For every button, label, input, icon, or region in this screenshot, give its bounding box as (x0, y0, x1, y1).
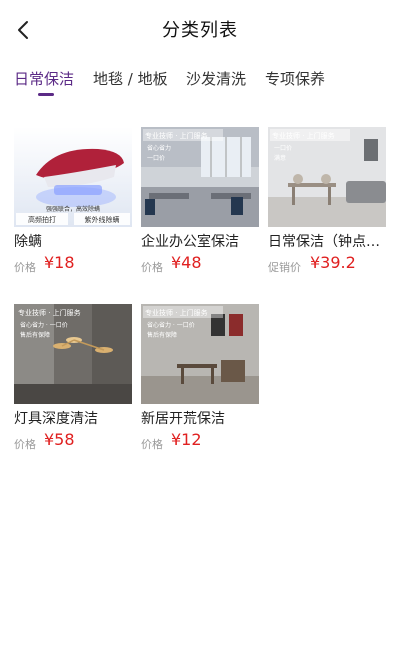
image-line2: 一口价 (147, 155, 165, 162)
tab-special-care[interactable]: 专项保养 (265, 68, 325, 89)
image-caption: 强强联合，高效除螨 (46, 205, 100, 213)
price-label: 价格 (141, 261, 163, 274)
service-price: ¥48 (171, 253, 202, 272)
service-price: ¥58 (44, 430, 75, 449)
service-name: 灯具深度清洁 (14, 411, 98, 427)
service-image: 专业技师 · 上门服务 省心省力 · 一口价 售后有保障 (141, 304, 259, 404)
price-label: 价格 (141, 438, 163, 451)
price-label: 价格 (14, 438, 36, 451)
image-line1: 一口价 (274, 145, 292, 152)
image-line2: 售后有保障 (147, 331, 177, 339)
page-title: 分类列表 (162, 20, 238, 41)
image-line1: 省心省力 · 一口价 (20, 321, 68, 329)
image-line2: 满意 (274, 154, 286, 162)
image-line1: 省心省力 · 一口价 (147, 321, 195, 329)
service-image: 专业技师 · 上门服务 一口价 满意 (268, 127, 386, 227)
image-banner: 专业技师 · 上门服务 (145, 131, 208, 140)
service-image: 高频拍打 紫外线除螨 强强联合，高效除螨 (14, 127, 132, 227)
image-line1: 省心省力 (147, 144, 171, 152)
image-banner: 专业技师 · 上门服务 (145, 308, 208, 317)
service-name: 日常保洁（钟点工） (268, 234, 390, 250)
tab-sofa-cleaning[interactable]: 沙发清洗 (186, 68, 246, 89)
image-banner: 专业技师 · 上门服务 (272, 131, 335, 140)
tab-carpet-floor[interactable]: 地毯 / 地板 (93, 68, 168, 89)
active-tab-indicator (38, 93, 54, 96)
category-tabs: 日常保洁 地毯 / 地板 沙发清洗 专项保养 (0, 64, 400, 104)
service-price: ¥39.2 (310, 253, 356, 272)
image-badge-right: 紫外线除螨 (85, 215, 120, 224)
image-line2: 售后有保障 (20, 331, 50, 339)
app-header: 分类列表 (0, 0, 400, 56)
image-badge-left: 高频拍打 (28, 215, 56, 224)
image-banner: 专业技师 · 上门服务 (18, 308, 81, 317)
price-label: 价格 (14, 261, 36, 274)
price-label: 促销价 (268, 261, 301, 274)
service-price: ¥12 (171, 430, 202, 449)
service-image: 专业技师 · 上门服务 省心省力 一口价 (141, 127, 259, 227)
tab-daily-cleaning[interactable]: 日常保洁 (14, 68, 74, 89)
service-name: 企业办公室保洁 (141, 234, 239, 250)
service-price: ¥18 (44, 253, 75, 272)
service-name: 新居开荒保洁 (141, 411, 225, 427)
service-image: 专业技师 · 上门服务 省心省力 · 一口价 售后有保障 (14, 304, 132, 404)
service-name: 除螨 (14, 234, 42, 250)
